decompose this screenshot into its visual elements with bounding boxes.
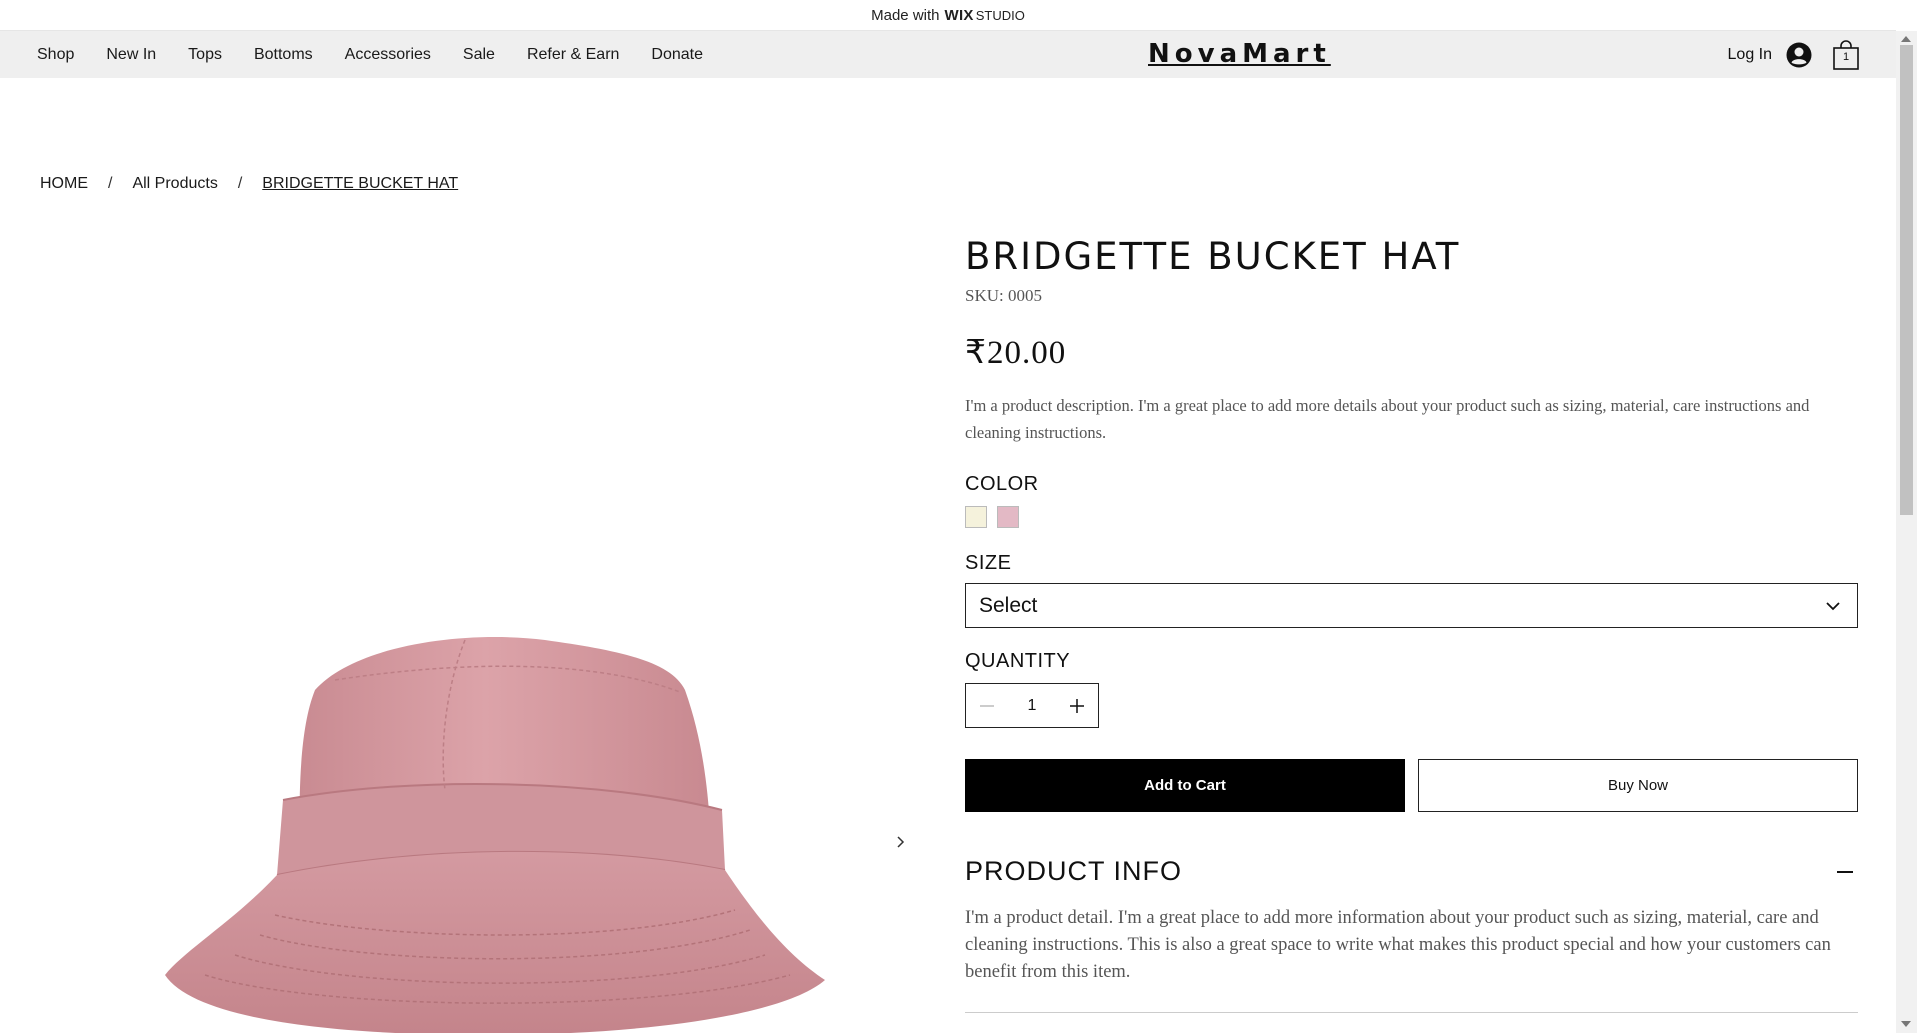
size-dropdown[interactable]: Select (965, 583, 1858, 628)
breadcrumb-separator: / (108, 175, 113, 192)
page: Made with WIX STUDIO Shop New In Tops Bo… (0, 0, 1917, 1033)
banner-brand: WIX (944, 6, 974, 24)
banner-prefix: Made with (871, 6, 940, 24)
scroll-up-arrow-icon[interactable] (1901, 36, 1911, 42)
product-price: ₹20.00 (965, 335, 1067, 371)
scroll-down-arrow-icon[interactable] (1901, 1021, 1911, 1027)
nav-item-accessories[interactable]: Accessories (345, 46, 431, 64)
product-gallery (40, 230, 920, 1033)
size-label: SIZE (965, 552, 1012, 574)
breadcrumb-home[interactable]: HOME (40, 175, 88, 193)
site-header: Shop New In Tops Bottoms Accessories Sal… (0, 31, 1896, 78)
nav-item-refer-earn[interactable]: Refer & Earn (527, 46, 619, 64)
cart-button[interactable]: 1 (1832, 39, 1860, 71)
product-info-header[interactable]: PRODUCT INFO (965, 856, 1858, 887)
product-sku: SKU: 0005 (965, 286, 1042, 305)
color-swatch-pink[interactable] (997, 506, 1019, 528)
quantity-stepper: 1 (965, 683, 1099, 728)
breadcrumb-current[interactable]: BRIDGETTE BUCKET HAT (262, 175, 458, 193)
main-nav: Shop New In Tops Bottoms Accessories Sal… (37, 46, 735, 64)
color-swatch-cream[interactable] (965, 506, 987, 528)
product-details: BRIDGETTE BUCKET HAT SKU: 0005 ₹20.00 I'… (965, 235, 1858, 1013)
buy-now-button[interactable]: Buy Now (1418, 759, 1858, 812)
login-link[interactable]: Log In (1728, 46, 1772, 64)
cart-count: 1 (1842, 50, 1850, 63)
nav-item-donate[interactable]: Donate (651, 46, 703, 64)
color-label: COLOR (965, 473, 1039, 495)
minus-icon[interactable] (1837, 870, 1853, 873)
scrollbar[interactable] (1896, 31, 1917, 1033)
avatar-icon[interactable] (1786, 42, 1812, 68)
header-actions: Log In 1 (1728, 31, 1860, 78)
size-dropdown-value: Select (979, 593, 1038, 617)
purchase-buttons: Add to Cart Buy Now (965, 759, 1858, 812)
breadcrumb: HOME / All Products / BRIDGETTE BUCKET H… (40, 175, 458, 193)
scroll-thumb[interactable] (1900, 45, 1913, 515)
product-title: BRIDGETTE BUCKET HAT (965, 235, 1461, 278)
nav-item-new-in[interactable]: New In (106, 46, 156, 64)
nav-item-tops[interactable]: Tops (188, 46, 222, 64)
nav-item-sale[interactable]: Sale (463, 46, 495, 64)
product-image[interactable] (165, 630, 825, 1033)
divider (965, 1012, 1858, 1013)
site-logo[interactable]: NovaMart (1148, 39, 1331, 69)
chevron-down-icon (1826, 601, 1840, 610)
quantity-label: QUANTITY (965, 650, 1071, 672)
nav-item-bottoms[interactable]: Bottoms (254, 46, 313, 64)
banner-brand-sub: STUDIO (975, 7, 1025, 23)
minus-icon[interactable] (978, 697, 996, 715)
plus-icon[interactable] (1068, 697, 1086, 715)
quantity-value[interactable]: 1 (1012, 697, 1052, 715)
product-info-text: I'm a product detail. I'm a great place … (965, 908, 1831, 982)
wix-banner[interactable]: Made with WIX STUDIO (0, 0, 1896, 31)
chevron-right-icon[interactable] (893, 830, 909, 854)
nav-item-shop[interactable]: Shop (37, 46, 74, 64)
breadcrumb-all-products[interactable]: All Products (132, 175, 217, 193)
add-to-cart-button[interactable]: Add to Cart (965, 759, 1405, 812)
breadcrumb-separator: / (237, 175, 243, 192)
product-description: I'm a product description. I'm a great p… (965, 396, 1810, 442)
color-swatches (965, 506, 1858, 528)
product-info-title: PRODUCT INFO (965, 856, 1183, 886)
